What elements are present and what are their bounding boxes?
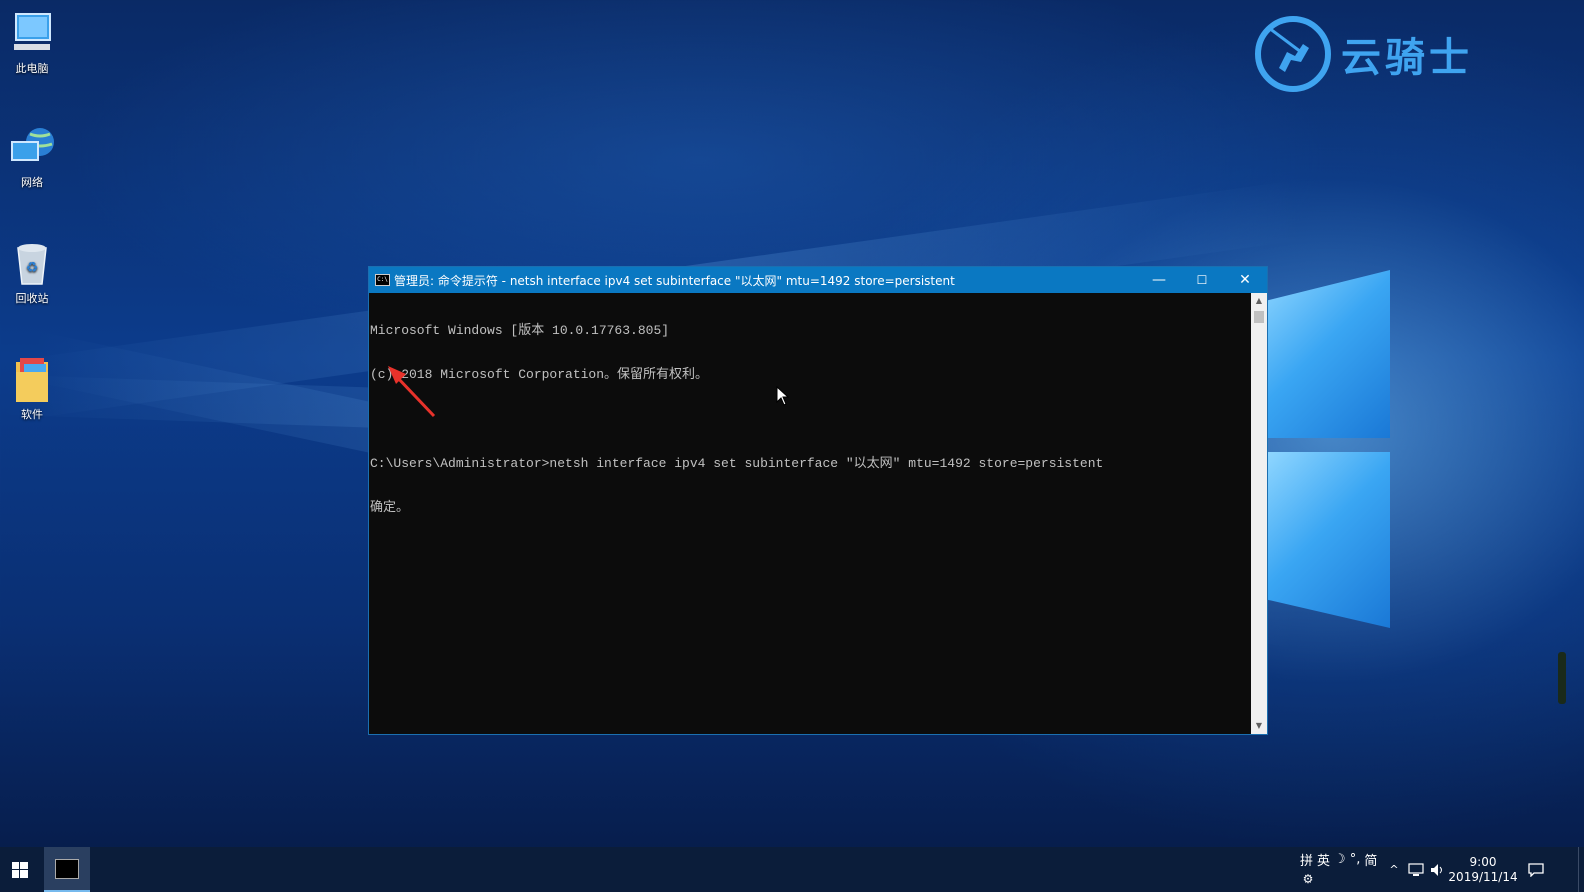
desktop-icon-label: 回收站 xyxy=(15,292,49,305)
ime-pinyin[interactable]: 拼 xyxy=(1300,850,1313,869)
watermark-text: 云骑士 xyxy=(1341,35,1473,81)
console-line: Microsoft Windows [版本 10.0.17763.805] xyxy=(370,322,670,338)
ime-halfwidth[interactable]: ☽ xyxy=(1334,852,1346,867)
watermark-logo: 云骑士 xyxy=(1255,12,1473,96)
network-icon xyxy=(10,124,54,170)
mouse-cursor-icon xyxy=(776,386,790,406)
show-desktop-button[interactable] xyxy=(1578,847,1584,892)
desktop-icon-software[interactable]: 软件 xyxy=(6,356,58,422)
desktop-icon-label: 软件 xyxy=(21,408,43,421)
volume-icon[interactable] xyxy=(1428,847,1448,892)
console-line: C:\Users\Administrator>netsh interface i… xyxy=(370,455,1104,471)
ime-simplified[interactable]: 简 xyxy=(1364,850,1377,869)
recycle-bin-icon: ♻ xyxy=(10,240,54,286)
ime-toolbar[interactable]: 拼 英 ☽ °, 简 xyxy=(1300,849,1384,869)
desktop-icon-this-pc[interactable]: 此电脑 xyxy=(6,10,58,76)
svg-text:♻: ♻ xyxy=(26,260,39,276)
maximize-button[interactable]: ☐ xyxy=(1180,267,1224,293)
close-button[interactable]: ✕ xyxy=(1223,267,1267,293)
tray-chevron-icon[interactable]: ^ xyxy=(1386,847,1402,892)
knight-icon xyxy=(1255,16,1331,92)
network-tray-icon[interactable] xyxy=(1406,847,1426,892)
desktop-icon-label: 网络 xyxy=(21,176,43,189)
taskbar-cmd-button[interactable] xyxy=(44,847,90,892)
cmd-window[interactable]: C:\ 管理员: 命令提示符 - netsh interface ipv4 se… xyxy=(368,266,1268,735)
computer-icon xyxy=(10,10,54,56)
notification-icon xyxy=(1528,862,1544,877)
console-output[interactable]: Microsoft Windows [版本 10.0.17763.805] (c… xyxy=(370,294,1252,734)
windows-logo-icon xyxy=(12,861,28,878)
cmd-titlebar[interactable]: C:\ 管理员: 命令提示符 - netsh interface ipv4 se… xyxy=(369,267,1267,293)
folder-icon xyxy=(10,356,54,402)
desktop-icon-network[interactable]: 网络 xyxy=(6,124,58,190)
scroll-thumb[interactable] xyxy=(1254,311,1264,323)
cmd-app-icon: C:\ xyxy=(375,274,390,286)
clock-time: 9:00 xyxy=(1469,854,1497,869)
clock[interactable]: 9:00 2019/11/14 xyxy=(1448,847,1518,892)
ime-punctuation[interactable]: °, xyxy=(1350,852,1361,867)
scroll-down-icon[interactable]: ▼ xyxy=(1251,718,1267,734)
scroll-up-icon[interactable]: ▲ xyxy=(1251,293,1267,309)
console-line: (c) 2018 Microsoft Corporation。保留所有权利。 xyxy=(370,366,709,382)
start-button[interactable] xyxy=(0,847,40,892)
windows-logo-pane xyxy=(1268,452,1390,628)
cmd-window-title: 管理员: 命令提示符 - netsh interface ipv4 set su… xyxy=(394,273,955,288)
side-indicator xyxy=(1558,652,1566,704)
minimize-button[interactable]: — xyxy=(1137,267,1181,293)
ime-english[interactable]: 英 xyxy=(1317,850,1330,869)
action-center-button[interactable] xyxy=(1522,847,1550,892)
vertical-scrollbar[interactable]: ▲ ▼ xyxy=(1251,293,1267,734)
annotation-arrow-icon xyxy=(388,366,436,418)
ime-settings-icon[interactable]: ⚙ xyxy=(1300,869,1316,889)
taskbar: 拼 英 ☽ °, 简 ⚙ ^ 9:00 2019/11/14 xyxy=(0,847,1584,892)
console-line: 确定。 xyxy=(370,500,410,516)
desktop-icon-label: 此电脑 xyxy=(15,62,49,75)
windows-logo-pane xyxy=(1268,270,1390,438)
cmd-taskbar-icon xyxy=(55,858,79,879)
clock-date: 2019/11/14 xyxy=(1448,869,1518,884)
desktop-icon-recycle-bin[interactable]: ♻ 回收站 xyxy=(6,240,58,306)
